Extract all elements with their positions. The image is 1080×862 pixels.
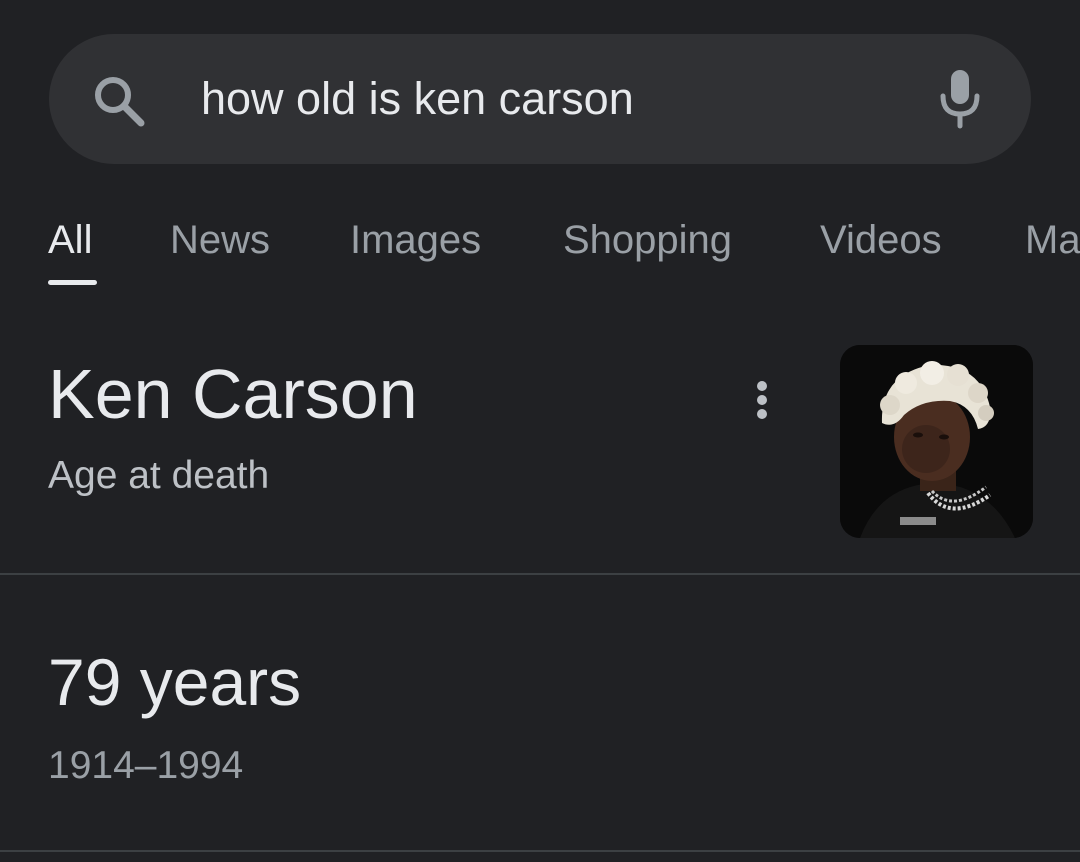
more-dot xyxy=(757,381,767,391)
tab-news[interactable]: News xyxy=(170,212,270,268)
knowledge-panel-subtitle: Age at death xyxy=(48,454,270,497)
search-icon[interactable] xyxy=(89,71,149,131)
tab-all[interactable]: All xyxy=(48,212,92,268)
divider xyxy=(0,573,1080,575)
tab-videos[interactable]: Videos xyxy=(820,212,942,268)
search-input[interactable]: how old is ken carson xyxy=(201,72,634,126)
answer-date-range: 1914–1994 xyxy=(48,744,244,787)
microphone-icon[interactable] xyxy=(937,68,983,130)
person-photo[interactable] xyxy=(840,345,1033,538)
more-vertical-icon[interactable] xyxy=(740,372,784,428)
tab-maps[interactable]: Ma xyxy=(1025,212,1080,268)
tab-images[interactable]: Images xyxy=(350,212,481,268)
knowledge-panel-title: Ken Carson xyxy=(48,355,418,433)
divider xyxy=(0,850,1080,852)
active-tab-indicator xyxy=(48,280,97,285)
search-tabs: All News Images Shopping Videos Ma xyxy=(0,212,1080,292)
more-dot xyxy=(757,409,767,419)
more-dot xyxy=(757,395,767,405)
answer-value: 79 years xyxy=(48,645,302,719)
tab-shopping[interactable]: Shopping xyxy=(563,212,732,268)
search-bar[interactable]: how old is ken carson xyxy=(49,34,1031,164)
person-photo-illustration xyxy=(840,345,1033,538)
